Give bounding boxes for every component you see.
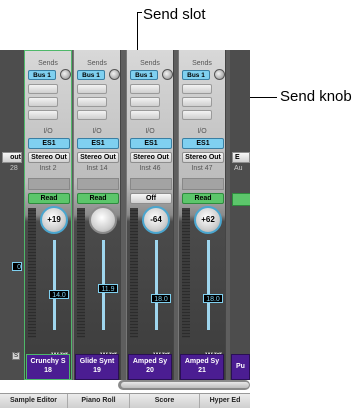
partial-solo-button[interactable]: S <box>12 352 20 360</box>
sends-label: Sends <box>38 60 58 67</box>
channel-strip-18: Sends Bus 1 I/O ES1 Stereo Out Inst 2 Re… <box>24 50 72 380</box>
instrument-slot[interactable]: ES1 <box>77 138 119 149</box>
volume-fader-value[interactable]: 18.0 <box>203 294 223 303</box>
group-slot[interactable] <box>28 178 70 190</box>
automation-mode-button[interactable]: Off <box>130 193 172 204</box>
send-knob[interactable] <box>162 69 173 80</box>
volume-fader-value[interactable]: 11.9 <box>98 284 118 293</box>
send-knob[interactable] <box>60 69 71 80</box>
output-slot[interactable]: Stereo Out <box>182 152 224 163</box>
sends-label: Sends <box>192 60 212 67</box>
send-slot[interactable]: Bus 1 <box>77 70 105 80</box>
partial-name-plate[interactable]: Pu <box>231 354 250 380</box>
partial-number: 28 <box>10 165 18 172</box>
channel-strip-21: Sends Bus 1 I/O ES1 Stereo Out Inst 47 R… <box>178 50 226 380</box>
send-slot[interactable]: Bus 1 <box>28 70 56 80</box>
channel-name-plate[interactable]: Crunchy S 18 <box>26 354 70 380</box>
editor-tab-bar: Sample Editor Piano Roll Score Hyper Ed <box>0 393 250 408</box>
partial-fader-value: 0 <box>12 262 22 271</box>
send-knob-callout: Send knob <box>280 88 352 105</box>
mixer-window: out 28 0 S Sends Bus 1 I/O ES1 Stereo Ou… <box>0 50 250 380</box>
group-slot[interactable] <box>130 178 172 190</box>
volume-fader-track[interactable] <box>155 240 158 330</box>
empty-send-slot[interactable] <box>182 97 212 107</box>
level-meter <box>28 208 36 338</box>
send-slot-callout-tick <box>137 12 142 13</box>
sends-label: Sends <box>140 60 160 67</box>
tab-piano-roll[interactable]: Piano Roll <box>68 394 130 408</box>
channel-name: Amped Sy <box>132 358 168 365</box>
level-meter <box>130 208 138 338</box>
sends-label: Sends <box>87 60 107 67</box>
group-slot[interactable] <box>77 178 119 190</box>
empty-send-slot[interactable] <box>182 84 212 94</box>
tab-hyper-editor[interactable]: Hyper Ed <box>200 394 250 408</box>
send-slot[interactable]: Bus 1 <box>130 70 158 80</box>
channel-number: 20 <box>146 367 154 374</box>
empty-send-slot[interactable] <box>28 84 58 94</box>
automation-mode-button[interactable]: Read <box>28 193 70 204</box>
channel-label: Inst 2 <box>39 165 57 172</box>
send-slot-callout: Send slot <box>143 6 206 23</box>
partial-output-button[interactable]: E <box>232 152 250 163</box>
channel-strip-19: Sends Bus 1 I/O ES1 Stereo Out Inst 14 R… <box>73 50 121 380</box>
volume-fader-track[interactable] <box>207 240 210 330</box>
pan-knob[interactable]: +62 <box>194 206 222 234</box>
io-label: I/O <box>43 128 53 135</box>
partial-strip-right: E Au <box>230 50 250 380</box>
channel-number: 18 <box>44 367 52 374</box>
volume-fader-value[interactable]: 18.0 <box>151 294 171 303</box>
channel-strip-20: Sends Bus 1 I/O ES1 Stereo Out Inst 46 O… <box>126 50 174 380</box>
io-label: I/O <box>92 128 102 135</box>
partial-channel-label: Au <box>234 165 243 172</box>
channel-name-plate[interactable]: Glide Synt 19 <box>75 354 119 380</box>
partial-output-button[interactable]: out <box>2 152 22 163</box>
pan-knob[interactable]: +19 <box>40 206 68 234</box>
level-meter <box>77 208 85 338</box>
send-slot[interactable]: Bus 1 <box>182 70 210 80</box>
automation-mode-button[interactable]: Read <box>182 193 224 204</box>
group-slot[interactable] <box>182 178 224 190</box>
channel-number: 19 <box>93 367 101 374</box>
io-label: I/O <box>197 128 207 135</box>
output-slot[interactable]: Stereo Out <box>130 152 172 163</box>
channel-name: Amped Sy <box>184 358 220 365</box>
empty-send-slot[interactable] <box>130 84 160 94</box>
io-label: I/O <box>145 128 155 135</box>
instrument-slot[interactable]: ES1 <box>28 138 70 149</box>
scrollbar-thumb[interactable] <box>121 382 249 388</box>
automation-mode-button[interactable]: Read <box>77 193 119 204</box>
channel-label: Inst 14 <box>86 165 108 172</box>
partial-strip-left: out 28 0 S <box>0 50 24 380</box>
volume-fader-track[interactable] <box>53 240 56 330</box>
output-slot[interactable]: Stereo Out <box>77 152 119 163</box>
send-knob[interactable] <box>109 69 120 80</box>
volume-fader-value[interactable]: 14.0 <box>49 290 69 299</box>
tab-sample-editor[interactable]: Sample Editor <box>0 394 68 408</box>
channel-name: Crunchy S <box>30 358 66 365</box>
channel-name-plate[interactable]: Amped Sy 20 <box>128 354 172 380</box>
send-knob[interactable] <box>214 69 225 80</box>
pan-knob[interactable] <box>89 206 117 234</box>
instrument-slot[interactable]: ES1 <box>130 138 172 149</box>
partial-automation-button[interactable] <box>232 193 250 206</box>
channel-number: 21 <box>198 367 206 374</box>
empty-send-slot[interactable] <box>130 110 160 120</box>
instrument-slot[interactable]: ES1 <box>182 138 224 149</box>
tab-score[interactable]: Score <box>130 394 200 408</box>
channel-name: Glide Synt <box>79 358 115 365</box>
output-slot[interactable]: Stereo Out <box>28 152 70 163</box>
empty-send-slot[interactable] <box>77 97 107 107</box>
channel-label: Inst 47 <box>191 165 213 172</box>
empty-send-slot[interactable] <box>77 110 107 120</box>
level-meter <box>182 208 190 338</box>
channel-name-plate[interactable]: Amped Sy 21 <box>180 354 224 380</box>
channel-label: Inst 46 <box>139 165 161 172</box>
empty-send-slot[interactable] <box>28 110 58 120</box>
empty-send-slot[interactable] <box>182 110 212 120</box>
empty-send-slot[interactable] <box>130 97 160 107</box>
pan-knob[interactable]: -64 <box>142 206 170 234</box>
empty-send-slot[interactable] <box>77 84 107 94</box>
empty-send-slot[interactable] <box>28 97 58 107</box>
